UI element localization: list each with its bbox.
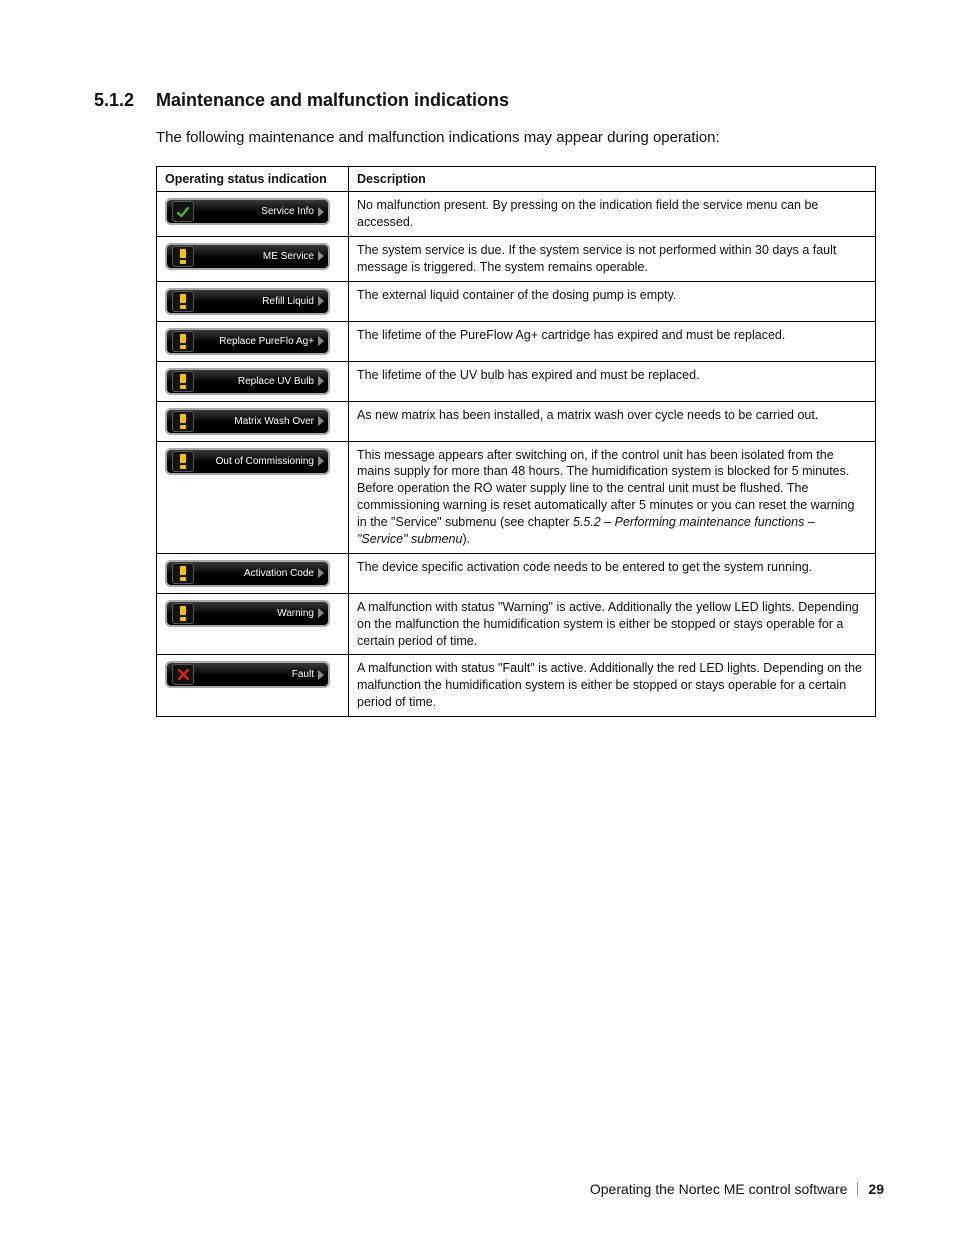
- description-cell: A malfunction with status "Fault" is act…: [349, 655, 876, 717]
- description-cell: The lifetime of the UV bulb has expired …: [349, 361, 876, 401]
- exclamation-icon: [172, 563, 194, 584]
- table-row: Matrix Wash Over As new matrix has been i…: [157, 401, 876, 441]
- status-indicator[interactable]: Activation Code: [165, 560, 330, 587]
- description-cell: No malfunction present. By pressing on t…: [349, 192, 876, 237]
- description-cell: The lifetime of the PureFlow Ag+ cartrid…: [349, 321, 876, 361]
- page-footer: Operating the Nortec ME control software…: [590, 1181, 884, 1197]
- status-label: Out of Commissioning: [194, 456, 318, 467]
- exclamation-icon: [172, 371, 194, 392]
- page-number: 29: [868, 1181, 884, 1197]
- chevron-right-icon: [318, 416, 324, 426]
- chevron-right-icon: [318, 670, 324, 680]
- status-label: Replace UV Bulb: [194, 376, 318, 387]
- status-label: Refill Liquid: [194, 296, 318, 307]
- chevron-right-icon: [318, 296, 324, 306]
- header-description: Description: [349, 167, 876, 192]
- status-indicator[interactable]: Warning: [165, 600, 330, 627]
- status-indicator[interactable]: Service Info: [165, 198, 330, 225]
- description-cell: The external liquid container of the dos…: [349, 281, 876, 321]
- table-row: Replace UV Bulb The lifetime of the UV bu…: [157, 361, 876, 401]
- intro-text: The following maintenance and malfunctio…: [156, 129, 884, 146]
- chevron-right-icon: [318, 376, 324, 386]
- exclamation-icon: [172, 331, 194, 352]
- section-heading: 5.1.2 Maintenance and malfunction indica…: [94, 90, 884, 111]
- section-title: Maintenance and malfunction indications: [156, 90, 509, 111]
- table-row: Out of Commissioning This message appears…: [157, 441, 876, 553]
- chevron-right-icon: [318, 456, 324, 466]
- status-label: ME Service: [194, 251, 318, 262]
- footer-divider: [857, 1182, 858, 1196]
- chevron-right-icon: [318, 336, 324, 346]
- chevron-right-icon: [318, 568, 324, 578]
- status-label: Replace PureFlo Ag+: [194, 336, 318, 347]
- status-cell: Out of Commissioning: [157, 441, 349, 553]
- table-row: Warning A malfunction with status "Warnin…: [157, 593, 876, 655]
- status-indicator[interactable]: Replace UV Bulb: [165, 368, 330, 395]
- status-indicator[interactable]: Refill Liquid: [165, 288, 330, 315]
- status-cell: Warning: [157, 593, 349, 655]
- description-cell: A malfunction with status "Warning" is a…: [349, 593, 876, 655]
- status-label: Matrix Wash Over: [194, 416, 318, 427]
- status-cell: Activation Code: [157, 553, 349, 593]
- table-row: Fault A malfunction with status "Fault" i…: [157, 655, 876, 717]
- table-row: Refill Liquid The external liquid contain…: [157, 281, 876, 321]
- status-label: Activation Code: [194, 568, 318, 579]
- exclamation-icon: [172, 603, 194, 624]
- cross-icon: [172, 664, 194, 685]
- check-icon: [172, 201, 194, 222]
- status-cell: Service Info: [157, 192, 349, 237]
- section-number: 5.1.2: [94, 90, 156, 111]
- status-label: Service Info: [194, 206, 318, 217]
- description-cell: This message appears after switching on,…: [349, 441, 876, 553]
- chevron-right-icon: [318, 251, 324, 261]
- exclamation-icon: [172, 246, 194, 267]
- table-row: Replace PureFlo Ag+ The lifetime of the P…: [157, 321, 876, 361]
- status-indicator[interactable]: Fault: [165, 661, 330, 688]
- status-label: Fault: [194, 669, 318, 680]
- page: 5.1.2 Maintenance and malfunction indica…: [0, 0, 954, 1235]
- description-cell: The system service is due. If the system…: [349, 236, 876, 281]
- status-cell: Fault: [157, 655, 349, 717]
- footer-text: Operating the Nortec ME control software: [590, 1181, 848, 1197]
- status-cell: Refill Liquid: [157, 281, 349, 321]
- status-cell: Replace PureFlo Ag+: [157, 321, 349, 361]
- header-status: Operating status indication: [157, 167, 349, 192]
- status-indicator[interactable]: ME Service: [165, 243, 330, 270]
- status-label: Warning: [194, 608, 318, 619]
- exclamation-icon: [172, 411, 194, 432]
- status-cell: ME Service: [157, 236, 349, 281]
- status-cell: Replace UV Bulb: [157, 361, 349, 401]
- exclamation-icon: [172, 291, 194, 312]
- status-indicator[interactable]: Matrix Wash Over: [165, 408, 330, 435]
- status-indicator[interactable]: Replace PureFlo Ag+: [165, 328, 330, 355]
- chevron-right-icon: [318, 608, 324, 618]
- description-cell: As new matrix has been installed, a matr…: [349, 401, 876, 441]
- exclamation-icon: [172, 451, 194, 472]
- table-row: Service Info No malfunction present. By p…: [157, 192, 876, 237]
- status-indicator[interactable]: Out of Commissioning: [165, 448, 330, 475]
- indications-table: Operating status indication Description …: [156, 166, 876, 717]
- description-cell: The device specific activation code need…: [349, 553, 876, 593]
- chevron-right-icon: [318, 207, 324, 217]
- status-cell: Matrix Wash Over: [157, 401, 349, 441]
- table-row: Activation Code The device specific activ…: [157, 553, 876, 593]
- table-row: ME Service The system service is due. If …: [157, 236, 876, 281]
